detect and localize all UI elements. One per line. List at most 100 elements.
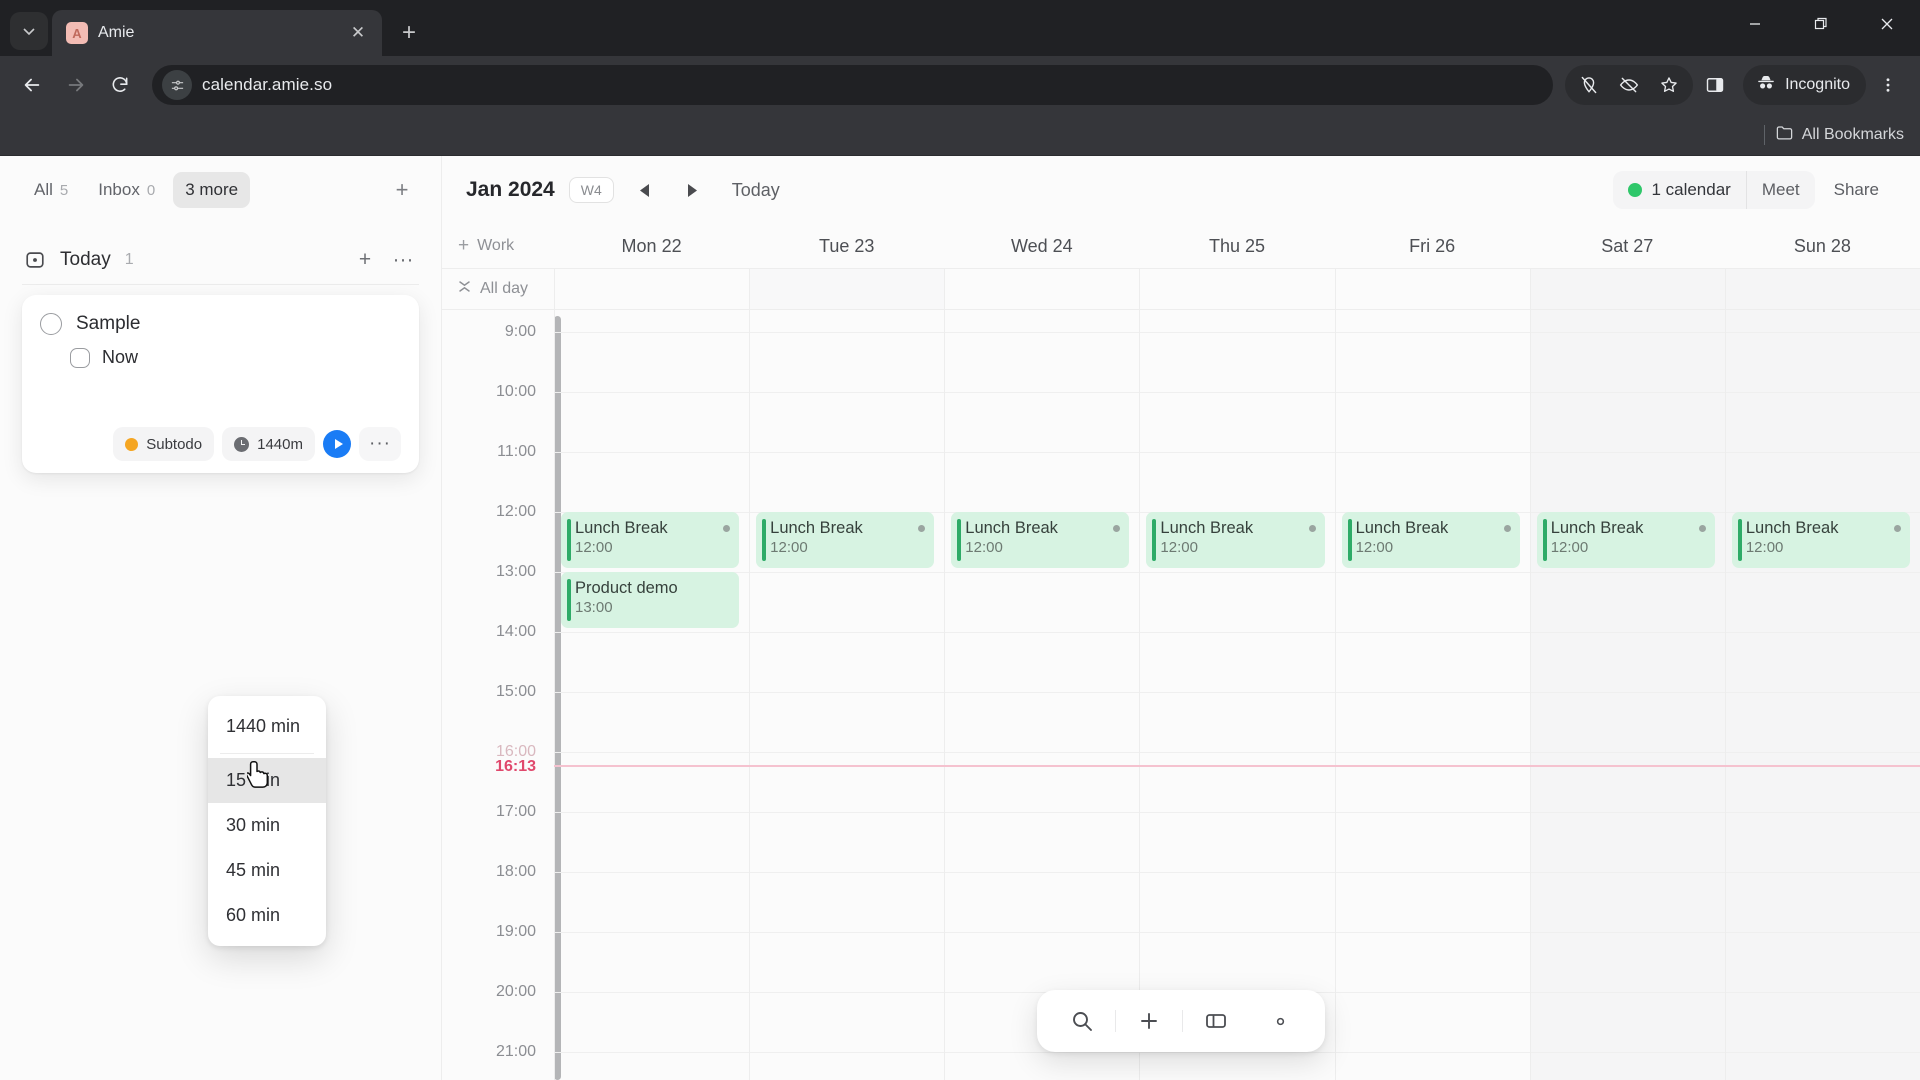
hour-gridline xyxy=(555,452,750,453)
subtodo-chip[interactable]: Subtodo xyxy=(113,427,215,461)
eye-slash-icon[interactable] xyxy=(1609,65,1649,105)
restore-window-icon[interactable] xyxy=(1788,0,1854,48)
bookmarks-bar: All Bookmarks xyxy=(0,114,1920,156)
sidebar-tab-more[interactable]: 3 more xyxy=(173,172,251,208)
hour-gridline xyxy=(1530,992,1725,993)
calendar-event[interactable]: Lunch Break 12:00 xyxy=(1731,512,1910,568)
close-icon[interactable]: ✕ xyxy=(346,21,370,45)
add-work-calendar-button[interactable]: + xyxy=(458,235,469,257)
hour-gridline xyxy=(1725,932,1920,933)
prev-week-button[interactable] xyxy=(628,173,662,207)
all-day-cell[interactable] xyxy=(1529,269,1725,309)
subtask-checkbox[interactable] xyxy=(70,347,90,368)
address-bar[interactable]: calendar.amie.so xyxy=(152,65,1554,105)
hour-gridline xyxy=(750,452,945,453)
site-settings-icon[interactable] xyxy=(162,70,192,100)
day-column[interactable]: Lunch Break 12:00 xyxy=(944,310,1140,1080)
duration-option-15[interactable]: 15 min xyxy=(208,758,326,803)
next-week-button[interactable] xyxy=(676,173,710,207)
calendar-event[interactable]: Lunch Break 12:00 xyxy=(1146,512,1325,568)
all-day-cell[interactable] xyxy=(944,269,1139,309)
calendar-event[interactable]: Lunch Break 12:00 xyxy=(756,512,935,568)
all-bookmarks-button[interactable]: All Bookmarks xyxy=(1775,123,1904,147)
sidebar-tab-inbox[interactable]: Inbox 0 xyxy=(86,172,167,208)
day-header-sun[interactable]: Sun 28 xyxy=(1725,236,1920,257)
all-day-cell[interactable] xyxy=(554,269,749,309)
time-label: 20:00 xyxy=(495,983,536,1000)
duration-option-30[interactable]: 30 min xyxy=(208,803,326,848)
event-time: 12:00 xyxy=(1745,538,1784,556)
task-checkbox[interactable] xyxy=(40,313,62,335)
day-header-mon[interactable]: Mon 22 xyxy=(554,236,749,257)
chevron-down-icon[interactable] xyxy=(10,12,48,50)
star-icon[interactable] xyxy=(1649,65,1689,105)
location-blocked-icon[interactable] xyxy=(1569,65,1609,105)
calendar-event[interactable]: Lunch Break 12:00 xyxy=(1536,512,1715,568)
incognito-hat-icon xyxy=(1755,72,1777,99)
incognito-profile-button[interactable]: Incognito xyxy=(1743,65,1866,105)
duration-chip[interactable]: 1440m xyxy=(222,427,315,461)
day-header-thu[interactable]: Thu 25 xyxy=(1139,236,1334,257)
all-day-cell[interactable] xyxy=(749,269,945,309)
gear-icon[interactable] xyxy=(1249,996,1311,1046)
all-day-cell[interactable] xyxy=(1724,269,1920,309)
day-header-sat[interactable]: Sat 27 xyxy=(1530,236,1725,257)
minimize-icon[interactable] xyxy=(1722,0,1788,48)
calendar-count-button[interactable]: 1 calendar xyxy=(1613,171,1745,209)
day-column[interactable]: Lunch Break 12:00 xyxy=(1139,310,1335,1080)
browser-window: A Amie ✕ + calendar.amie.so Incognito Al… xyxy=(0,0,1920,1080)
search-icon[interactable] xyxy=(1051,996,1113,1046)
hour-gridline xyxy=(1725,752,1920,753)
subtask-row: Now xyxy=(70,347,401,368)
back-arrow-icon[interactable] xyxy=(12,65,52,105)
browser-tab[interactable]: A Amie ✕ xyxy=(52,10,382,56)
share-button[interactable]: Share xyxy=(1819,180,1894,200)
task-card[interactable]: Sample Now Subtodo 1440m ··· xyxy=(22,295,419,473)
meet-button[interactable]: Meet xyxy=(1745,171,1815,209)
hour-gridline xyxy=(1530,932,1725,933)
calendar-event[interactable]: Lunch Break 12:00 xyxy=(951,512,1130,568)
close-window-icon[interactable] xyxy=(1854,0,1920,48)
plus-icon[interactable] xyxy=(1118,996,1180,1046)
calendar-event[interactable]: Lunch Break 12:00 xyxy=(1341,512,1520,568)
day-column[interactable]: Lunch Break 12:00 Product demo 13:00 xyxy=(554,310,750,1080)
today-more-button[interactable]: ··· xyxy=(387,244,419,276)
hour-gridline xyxy=(555,932,750,933)
task-more-button[interactable]: ··· xyxy=(359,427,401,461)
collapse-icon[interactable] xyxy=(458,279,471,299)
day-column[interactable]: Lunch Break 12:00 xyxy=(749,310,945,1080)
all-day-cell[interactable] xyxy=(1139,269,1334,309)
day-column[interactable]: Lunch Break 12:00 xyxy=(1529,310,1725,1080)
calendar-event[interactable]: Lunch Break 12:00 xyxy=(561,512,740,568)
duration-option-1440[interactable]: 1440 min xyxy=(208,704,326,749)
day-header-tue[interactable]: Tue 23 xyxy=(749,236,944,257)
sidebar-tab-all[interactable]: All 5 xyxy=(22,172,80,208)
all-day-cell[interactable] xyxy=(1334,269,1530,309)
three-dot-menu-icon[interactable] xyxy=(1868,65,1908,105)
week-badge[interactable]: W4 xyxy=(568,177,614,203)
today-add-task-button[interactable]: + xyxy=(349,244,381,276)
hour-gridline xyxy=(1335,392,1530,393)
hour-gridline xyxy=(1140,752,1335,753)
forward-arrow-icon[interactable] xyxy=(56,65,96,105)
today-button[interactable]: Today xyxy=(732,180,780,201)
day-header-wed[interactable]: Wed 24 xyxy=(944,236,1139,257)
day-column[interactable]: Lunch Break 12:00 xyxy=(1724,310,1920,1080)
day-column[interactable]: Lunch Break 12:00 xyxy=(1334,310,1530,1080)
hour-gridline xyxy=(1335,572,1530,573)
tab-label: Inbox xyxy=(98,180,140,199)
sidebar-add-button[interactable]: + xyxy=(385,173,419,207)
day-header-fri[interactable]: Fri 26 xyxy=(1335,236,1530,257)
hour-gridline xyxy=(1335,452,1530,453)
side-panel-icon[interactable] xyxy=(1695,65,1735,105)
hour-gridline xyxy=(945,692,1140,693)
new-tab-button[interactable]: + xyxy=(392,16,426,50)
event-time: 12:00 xyxy=(1160,538,1198,556)
duration-option-45[interactable]: 45 min xyxy=(208,848,326,893)
calendar-event[interactable]: Product demo 13:00 xyxy=(561,572,740,628)
play-button[interactable] xyxy=(323,430,351,458)
panel-toggle-icon[interactable] xyxy=(1185,996,1247,1046)
reload-icon[interactable] xyxy=(100,65,140,105)
tab-count: 0 xyxy=(146,182,156,199)
duration-option-60[interactable]: 60 min xyxy=(208,893,326,938)
